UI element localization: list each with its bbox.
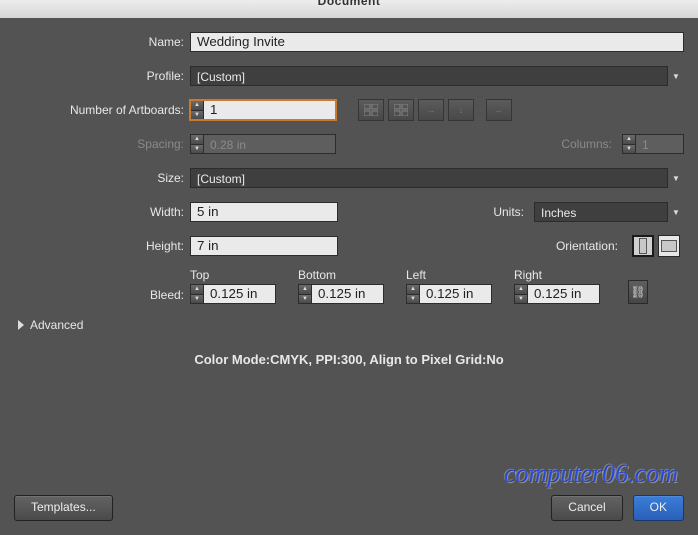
columns-label: Columns: [561,137,618,151]
arrange-col-icon[interactable]: ↓ [448,99,474,121]
step-down-icon[interactable]: ▼ [191,295,203,304]
step-up-icon[interactable]: ▲ [515,285,527,295]
step-up-icon: ▲ [191,135,203,145]
step-down-icon[interactable]: ▼ [407,295,419,304]
templates-button[interactable]: Templates... [14,495,113,521]
name-input[interactable] [190,32,684,52]
step-down-icon: ▼ [191,145,203,154]
bleed-top-label: Top [190,268,276,282]
step-up-icon[interactable]: ▲ [407,285,419,295]
orientation-label: Orientation: [556,239,624,253]
step-up-icon[interactable]: ▲ [299,285,311,295]
bleed-left-label: Left [406,268,492,282]
chevron-down-icon[interactable]: ▼ [668,168,684,188]
height-label: Height: [14,239,190,253]
bleed-bottom-label: Bottom [298,268,384,282]
units-label: Units: [493,205,530,219]
dialog-footer: Templates... Cancel OK [0,485,698,535]
step-down-icon[interactable]: ▼ [299,295,311,304]
mode-summary: Color Mode:CMYK, PPI:300, Align to Pixel… [14,352,684,367]
spacing-label: Spacing: [14,137,190,151]
stepper-buttons: ▲ ▼ [190,134,204,154]
size-value: [Custom] [190,168,668,188]
profile-select[interactable]: [Custom] ▼ [190,66,684,86]
columns-stepper: ▲ ▼ 1 [622,134,684,154]
stepper-buttons[interactable]: ▲ ▼ [190,100,204,120]
dialog-body: Name: Profile: [Custom] ▼ Number of Artb… [0,18,698,535]
orientation-portrait-icon[interactable] [632,235,654,257]
bleed-bottom-stepper[interactable]: ▲▼ [298,284,384,304]
artboards-label: Number of Artboards: [14,103,190,117]
link-bleed-icon[interactable]: ⛓ [628,280,648,304]
spacing-input: 0.28 in [204,134,336,154]
ok-button[interactable]: OK [633,495,684,521]
artboards-stepper[interactable]: ▲ ▼ [190,100,336,120]
size-select[interactable]: [Custom] ▼ [190,168,684,188]
units-value: Inches [534,202,668,222]
new-document-dialog: Document Name: Profile: [Custom] ▼ Numbe… [0,0,698,535]
spacing-stepper: ▲ ▼ 0.28 in [190,134,336,154]
orientation-landscape-icon[interactable] [658,235,680,257]
bleed-right-stepper[interactable]: ▲▼ [514,284,600,304]
chevron-down-icon[interactable]: ▼ [668,202,684,222]
chevron-down-icon[interactable]: ▼ [668,66,684,86]
bleed-bottom-input[interactable] [312,284,384,304]
bleed-right-label: Right [514,268,600,282]
columns-input: 1 [636,134,684,154]
size-label: Size: [14,171,190,185]
dialog-titlebar[interactable]: Document [0,0,698,18]
disclosure-triangle-icon [18,320,24,330]
arrange-row-icon[interactable]: → [418,99,444,121]
artboards-input[interactable] [204,100,336,120]
bleed-left-stepper[interactable]: ▲▼ [406,284,492,304]
width-input[interactable] [190,202,338,222]
step-down-icon[interactable]: ▼ [515,295,527,304]
stepper-buttons: ▲ ▼ [622,134,636,154]
advanced-label: Advanced [30,318,83,332]
grid-by-row-icon[interactable] [358,99,384,121]
step-down-icon[interactable]: ▼ [191,111,203,120]
bleed-group: Top ▲▼ Bottom ▲▼ Left ▲▼ [190,268,648,304]
bleed-left-input[interactable] [420,284,492,304]
width-label: Width: [14,205,190,219]
cancel-button[interactable]: Cancel [551,495,622,521]
bleed-right-input[interactable] [528,284,600,304]
bleed-top-input[interactable] [204,284,276,304]
bleed-top-stepper[interactable]: ▲▼ [190,284,276,304]
profile-label: Profile: [14,69,190,83]
step-up-icon[interactable]: ▲ [191,101,203,111]
step-up-icon[interactable]: ▲ [191,285,203,295]
units-select[interactable]: Inches ▼ [534,202,684,222]
advanced-toggle[interactable]: Advanced [18,318,684,332]
arrange-rtl-icon[interactable]: ← [486,99,512,121]
profile-value: [Custom] [190,66,668,86]
step-up-icon: ▲ [623,135,635,145]
step-down-icon: ▼ [623,145,635,154]
grid-by-col-icon[interactable] [388,99,414,121]
name-label: Name: [14,35,190,49]
bleed-label: Bleed: [14,288,190,304]
height-input[interactable] [190,236,338,256]
